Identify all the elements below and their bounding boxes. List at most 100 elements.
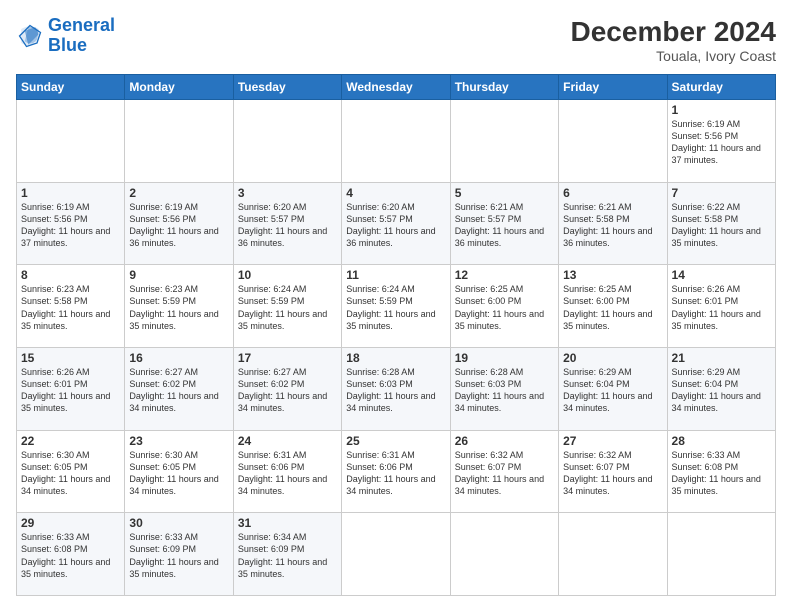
table-cell: 24Sunrise: 6:31 AMSunset: 6:06 PMDayligh…: [233, 430, 341, 513]
calendar-table: Sunday Monday Tuesday Wednesday Thursday…: [16, 74, 776, 596]
logo-icon: [16, 22, 44, 50]
day-number: 25: [346, 434, 445, 448]
day-info: Sunrise: 6:24 AMSunset: 5:59 PMDaylight:…: [238, 283, 337, 332]
day-info: Sunrise: 6:34 AMSunset: 6:09 PMDaylight:…: [238, 531, 337, 580]
table-cell: 16Sunrise: 6:27 AMSunset: 6:02 PMDayligh…: [125, 347, 233, 430]
day-info: Sunrise: 6:20 AMSunset: 5:57 PMDaylight:…: [346, 201, 445, 250]
day-info: Sunrise: 6:19 AMSunset: 5:56 PMDaylight:…: [672, 118, 771, 167]
day-number: 28: [672, 434, 771, 448]
table-cell: [559, 513, 667, 596]
day-number: 10: [238, 268, 337, 282]
day-number: 1: [672, 103, 771, 117]
table-cell: 8Sunrise: 6:23 AMSunset: 5:58 PMDaylight…: [17, 265, 125, 348]
day-number: 26: [455, 434, 554, 448]
day-info: Sunrise: 6:21 AMSunset: 5:58 PMDaylight:…: [563, 201, 662, 250]
day-info: Sunrise: 6:31 AMSunset: 6:06 PMDaylight:…: [346, 449, 445, 498]
calendar-week-5: 22Sunrise: 6:30 AMSunset: 6:05 PMDayligh…: [17, 430, 776, 513]
table-cell: [233, 100, 341, 183]
day-info: Sunrise: 6:20 AMSunset: 5:57 PMDaylight:…: [238, 201, 337, 250]
table-cell: [342, 513, 450, 596]
day-number: 19: [455, 351, 554, 365]
day-number: 22: [21, 434, 120, 448]
table-cell: 11Sunrise: 6:24 AMSunset: 5:59 PMDayligh…: [342, 265, 450, 348]
col-tuesday: Tuesday: [233, 75, 341, 100]
calendar-week-6: 29Sunrise: 6:33 AMSunset: 6:08 PMDayligh…: [17, 513, 776, 596]
calendar-week-2: 1Sunrise: 6:19 AMSunset: 5:56 PMDaylight…: [17, 182, 776, 265]
table-cell: 1Sunrise: 6:19 AMSunset: 5:56 PMDaylight…: [17, 182, 125, 265]
day-number: 20: [563, 351, 662, 365]
day-info: Sunrise: 6:29 AMSunset: 6:04 PMDaylight:…: [563, 366, 662, 415]
table-cell: 28Sunrise: 6:33 AMSunset: 6:08 PMDayligh…: [667, 430, 775, 513]
day-number: 13: [563, 268, 662, 282]
day-info: Sunrise: 6:30 AMSunset: 6:05 PMDaylight:…: [21, 449, 120, 498]
day-info: Sunrise: 6:26 AMSunset: 6:01 PMDaylight:…: [672, 283, 771, 332]
table-cell: 21Sunrise: 6:29 AMSunset: 6:04 PMDayligh…: [667, 347, 775, 430]
table-cell: 7Sunrise: 6:22 AMSunset: 5:58 PMDaylight…: [667, 182, 775, 265]
day-number: 15: [21, 351, 120, 365]
day-info: Sunrise: 6:21 AMSunset: 5:57 PMDaylight:…: [455, 201, 554, 250]
day-info: Sunrise: 6:30 AMSunset: 6:05 PMDaylight:…: [129, 449, 228, 498]
day-info: Sunrise: 6:19 AMSunset: 5:56 PMDaylight:…: [129, 201, 228, 250]
day-info: Sunrise: 6:33 AMSunset: 6:08 PMDaylight:…: [21, 531, 120, 580]
col-wednesday: Wednesday: [342, 75, 450, 100]
table-cell: 23Sunrise: 6:30 AMSunset: 6:05 PMDayligh…: [125, 430, 233, 513]
day-info: Sunrise: 6:19 AMSunset: 5:56 PMDaylight:…: [21, 201, 120, 250]
day-number: 6: [563, 186, 662, 200]
day-number: 17: [238, 351, 337, 365]
day-number: 1: [21, 186, 120, 200]
day-number: 23: [129, 434, 228, 448]
table-cell: [17, 100, 125, 183]
table-cell: 30Sunrise: 6:33 AMSunset: 6:09 PMDayligh…: [125, 513, 233, 596]
calendar-week-3: 8Sunrise: 6:23 AMSunset: 5:58 PMDaylight…: [17, 265, 776, 348]
day-info: Sunrise: 6:25 AMSunset: 6:00 PMDaylight:…: [455, 283, 554, 332]
calendar-header-row: Sunday Monday Tuesday Wednesday Thursday…: [17, 75, 776, 100]
day-number: 8: [21, 268, 120, 282]
table-cell: [450, 100, 558, 183]
table-cell: 3Sunrise: 6:20 AMSunset: 5:57 PMDaylight…: [233, 182, 341, 265]
table-cell: 9Sunrise: 6:23 AMSunset: 5:59 PMDaylight…: [125, 265, 233, 348]
day-info: Sunrise: 6:28 AMSunset: 6:03 PMDaylight:…: [346, 366, 445, 415]
day-info: Sunrise: 6:26 AMSunset: 6:01 PMDaylight:…: [21, 366, 120, 415]
page-subtitle: Touala, Ivory Coast: [571, 48, 776, 64]
table-cell: [450, 513, 558, 596]
day-info: Sunrise: 6:28 AMSunset: 6:03 PMDaylight:…: [455, 366, 554, 415]
header: GeneralBlue December 2024 Touala, Ivory …: [16, 16, 776, 64]
day-number: 4: [346, 186, 445, 200]
table-cell: 10Sunrise: 6:24 AMSunset: 5:59 PMDayligh…: [233, 265, 341, 348]
day-number: 27: [563, 434, 662, 448]
day-number: 16: [129, 351, 228, 365]
table-cell: 15Sunrise: 6:26 AMSunset: 6:01 PMDayligh…: [17, 347, 125, 430]
day-info: Sunrise: 6:25 AMSunset: 6:00 PMDaylight:…: [563, 283, 662, 332]
day-number: 21: [672, 351, 771, 365]
day-number: 18: [346, 351, 445, 365]
table-cell: 17Sunrise: 6:27 AMSunset: 6:02 PMDayligh…: [233, 347, 341, 430]
table-cell: 20Sunrise: 6:29 AMSunset: 6:04 PMDayligh…: [559, 347, 667, 430]
table-cell: 4Sunrise: 6:20 AMSunset: 5:57 PMDaylight…: [342, 182, 450, 265]
day-info: Sunrise: 6:23 AMSunset: 5:59 PMDaylight:…: [129, 283, 228, 332]
table-cell: 1Sunrise: 6:19 AMSunset: 5:56 PMDaylight…: [667, 100, 775, 183]
col-monday: Monday: [125, 75, 233, 100]
table-cell: 19Sunrise: 6:28 AMSunset: 6:03 PMDayligh…: [450, 347, 558, 430]
day-number: 11: [346, 268, 445, 282]
day-number: 7: [672, 186, 771, 200]
day-number: 29: [21, 516, 120, 530]
table-cell: 25Sunrise: 6:31 AMSunset: 6:06 PMDayligh…: [342, 430, 450, 513]
table-cell: 22Sunrise: 6:30 AMSunset: 6:05 PMDayligh…: [17, 430, 125, 513]
table-cell: 13Sunrise: 6:25 AMSunset: 6:00 PMDayligh…: [559, 265, 667, 348]
table-cell: 14Sunrise: 6:26 AMSunset: 6:01 PMDayligh…: [667, 265, 775, 348]
day-info: Sunrise: 6:33 AMSunset: 6:09 PMDaylight:…: [129, 531, 228, 580]
day-number: 14: [672, 268, 771, 282]
title-area: December 2024 Touala, Ivory Coast: [571, 16, 776, 64]
day-number: 30: [129, 516, 228, 530]
day-info: Sunrise: 6:27 AMSunset: 6:02 PMDaylight:…: [238, 366, 337, 415]
day-number: 12: [455, 268, 554, 282]
day-info: Sunrise: 6:32 AMSunset: 6:07 PMDaylight:…: [563, 449, 662, 498]
table-cell: 27Sunrise: 6:32 AMSunset: 6:07 PMDayligh…: [559, 430, 667, 513]
day-info: Sunrise: 6:32 AMSunset: 6:07 PMDaylight:…: [455, 449, 554, 498]
day-number: 9: [129, 268, 228, 282]
col-thursday: Thursday: [450, 75, 558, 100]
table-cell: 26Sunrise: 6:32 AMSunset: 6:07 PMDayligh…: [450, 430, 558, 513]
table-cell: 2Sunrise: 6:19 AMSunset: 5:56 PMDaylight…: [125, 182, 233, 265]
table-cell: 18Sunrise: 6:28 AMSunset: 6:03 PMDayligh…: [342, 347, 450, 430]
day-info: Sunrise: 6:24 AMSunset: 5:59 PMDaylight:…: [346, 283, 445, 332]
